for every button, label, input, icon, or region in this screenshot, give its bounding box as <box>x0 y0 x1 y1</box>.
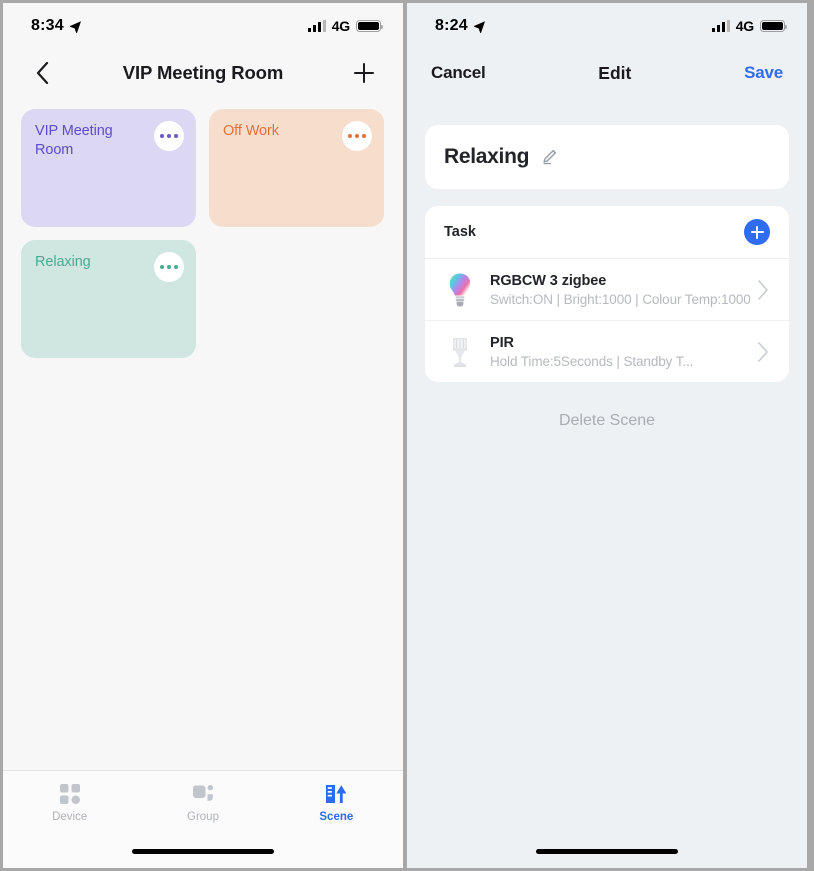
nav-bar-left: VIP Meeting Room <box>3 49 403 97</box>
status-indicators-left: 4G <box>307 18 384 34</box>
edit-page-title: Edit <box>598 62 632 83</box>
location-arrow-icon <box>69 20 81 33</box>
task-section-label: Task <box>444 224 476 240</box>
scene-more-button[interactable] <box>342 121 372 151</box>
nav-bar-right: Cancel Edit Save <box>407 49 807 97</box>
battery-icon <box>760 19 788 33</box>
task-row[interactable]: RGBCW 3 zigbee Switch:ON | Bright:1000 |… <box>425 258 789 320</box>
delete-scene-button[interactable]: Delete Scene <box>425 412 789 430</box>
network-type-right: 4G <box>735 18 754 34</box>
task-panel: Task RGBCW 3 zigbee Switch:ON | Bright:1… <box>425 206 789 382</box>
status-time-text: 8:34 <box>31 17 64 34</box>
dual-phone-screenshot: 8:34 4G VIP Meeting Room VIP Meeting Roo… <box>0 0 814 871</box>
add-task-button[interactable] <box>744 219 770 245</box>
battery-icon <box>356 19 384 33</box>
bottom-tab-bar: Device Group Scene <box>3 770 403 834</box>
add-scene-button[interactable] <box>347 56 381 90</box>
scene-more-button[interactable] <box>154 121 184 151</box>
status-indicators-right: 4G <box>711 18 788 34</box>
location-arrow-icon <box>473 20 485 33</box>
task-description: Hold Time:5Seconds | Standby T... <box>490 353 694 369</box>
page-title: VIP Meeting Room <box>122 62 284 83</box>
save-button[interactable]: Save <box>744 63 783 83</box>
plus-icon <box>354 63 374 83</box>
scene-card-title: Off Work <box>223 123 279 139</box>
scene-card-title: Relaxing <box>35 254 91 270</box>
right-phone-screen: 8:24 4G Cancel Edit Save Relaxing Task R… <box>407 3 807 868</box>
chevron-right-icon <box>758 279 768 300</box>
tab-group-label: Group <box>187 811 219 823</box>
edit-scene-content: Relaxing Task RGBCW 3 zigbee Switch:ON |… <box>407 97 807 834</box>
signal-bars-icon <box>307 20 326 32</box>
tab-scene-label: Scene <box>319 811 354 823</box>
grid-squares-icon <box>59 784 80 804</box>
home-bar[interactable] <box>132 848 274 854</box>
scene-card[interactable]: VIP Meeting Room <box>21 109 196 227</box>
home-indicator-right <box>407 834 807 868</box>
task-name: PIR <box>490 334 514 351</box>
tab-group[interactable]: Group <box>136 771 269 834</box>
rgb-bulb-icon <box>444 270 476 310</box>
status-time-right: 8:24 <box>435 17 486 35</box>
status-time-text: 8:24 <box>435 17 468 34</box>
cancel-button[interactable]: Cancel <box>431 63 486 83</box>
scene-name-value: Relaxing <box>444 145 530 168</box>
home-bar[interactable] <box>536 848 678 854</box>
scene-card-title: VIP Meeting Room <box>35 123 113 158</box>
pir-sensor-icon <box>444 332 476 372</box>
status-time-left: 8:34 <box>31 17 82 35</box>
home-indicator-left <box>3 834 403 868</box>
task-row[interactable]: PIR Hold Time:5Seconds | Standby T... <box>425 320 789 382</box>
tab-device[interactable]: Device <box>3 771 136 834</box>
task-description: Switch:ON | Bright:1000 | Colour Temp:10… <box>490 291 750 307</box>
tab-scene[interactable]: Scene <box>270 771 403 834</box>
task-name: RGBCW 3 zigbee <box>490 272 607 289</box>
scene-more-button[interactable] <box>154 252 184 282</box>
scene-name-field[interactable]: Relaxing <box>425 125 789 189</box>
scene-card[interactable]: Relaxing <box>21 240 196 358</box>
pencil-icon[interactable] <box>539 148 558 167</box>
tab-device-label: Device <box>52 811 88 823</box>
network-type-left: 4G <box>331 18 350 34</box>
chevron-right-icon <box>758 341 768 362</box>
scene-building-tree-icon <box>326 785 347 803</box>
status-bar-left: 8:34 4G <box>3 3 403 49</box>
status-bar-right: 8:24 4G <box>407 3 807 49</box>
group-shapes-icon <box>192 785 213 801</box>
scene-card[interactable]: Off Work <box>209 109 384 227</box>
signal-bars-icon <box>711 20 730 32</box>
chevron-left-icon <box>36 62 48 84</box>
left-phone-screen: 8:34 4G VIP Meeting Room VIP Meeting Roo… <box>3 3 403 868</box>
scene-card-grid: VIP Meeting Room Off Work Relaxing <box>3 97 403 770</box>
back-button[interactable] <box>25 56 59 90</box>
task-text-group: PIR Hold Time:5Seconds | Standby T... <box>490 335 738 369</box>
task-text-group: RGBCW 3 zigbee Switch:ON | Bright:1000 |… <box>490 273 750 307</box>
task-header: Task <box>425 206 789 258</box>
